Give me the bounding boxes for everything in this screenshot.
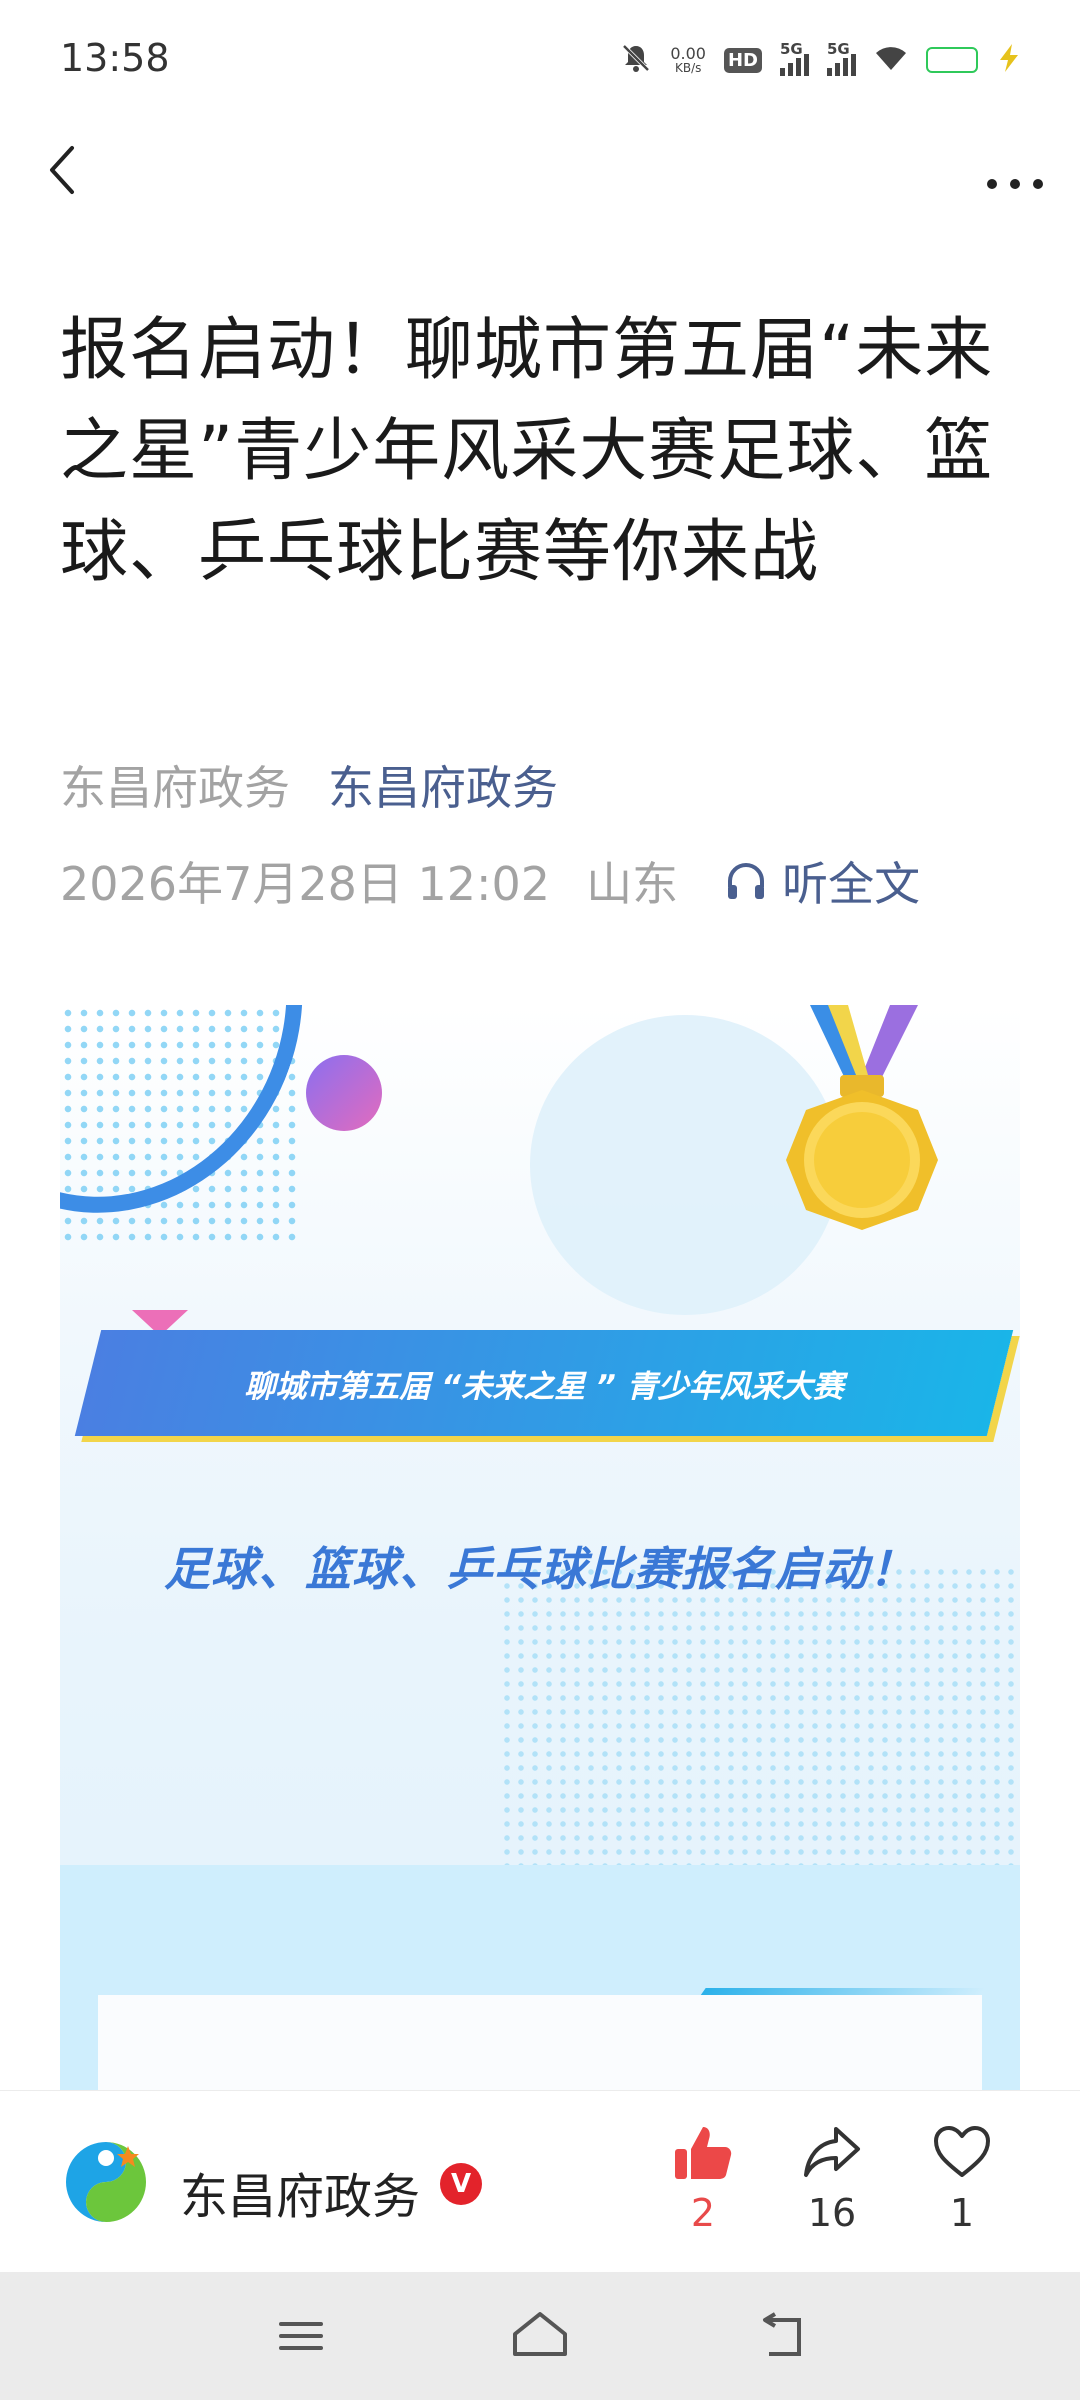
author-name[interactable]: 东昌府政务: [180, 2157, 420, 2227]
mute-bell-icon: [620, 42, 652, 78]
menu-icon: [279, 2322, 323, 2350]
status-time: 13:58: [60, 36, 170, 80]
like-button[interactable]: 2: [653, 2121, 753, 2235]
charging-icon: [996, 43, 1022, 77]
signal-1-label: 5G: [780, 40, 803, 58]
listen-label: 听全文: [782, 857, 921, 911]
share-icon: [804, 2127, 860, 2177]
nav-bar: [0, 120, 1080, 220]
more-horizontal-icon: [987, 179, 1043, 189]
signal-icon: 5G: [780, 40, 809, 76]
article-banner-image: 聊城市第五届 “未来之星 ” 青少年风采大赛 足球、篮球、乒乓球比赛报名启动！: [60, 1005, 1020, 2090]
system-home-button[interactable]: [505, 2306, 575, 2366]
more-button[interactable]: [980, 140, 1050, 200]
system-menu-button[interactable]: [265, 2306, 335, 2366]
status-icons: 0.00 KB/s HD 5G 5G: [620, 40, 1022, 80]
bottom-action-bar: 东昌府政务 V 2 16 1: [0, 2090, 1080, 2272]
headphones-icon: [728, 863, 765, 899]
source-line: 东昌府政务 东昌府政务: [60, 752, 558, 818]
net-speed-unit: KB/s: [674, 61, 702, 75]
system-back-button[interactable]: [745, 2306, 815, 2366]
banner-slogan: 足球、篮球、乒乓球比赛报名启动！: [164, 1542, 916, 1596]
dots-decoration: [500, 1565, 1020, 1885]
favorite-count: 1: [949, 2191, 975, 2235]
source-account: 东昌府政务: [60, 761, 290, 815]
ball-decoration: [306, 1055, 382, 1131]
location: 山东: [586, 857, 679, 911]
chevron-left-icon: [50, 146, 74, 194]
source-publisher-link[interactable]: 东昌府政务: [328, 752, 558, 818]
back-icon: [763, 2312, 801, 2356]
verified-badge: V: [440, 2163, 482, 2205]
back-button[interactable]: [36, 140, 96, 200]
thumbs-up-icon: [675, 2127, 732, 2179]
share-button[interactable]: 16: [782, 2121, 882, 2235]
signal-icon: 5G: [827, 40, 856, 76]
banner-card: [98, 1995, 982, 2090]
signal-2-label: 5G: [827, 40, 850, 58]
battery-icon: [926, 47, 978, 73]
meta-line: 2026年7月28日 12:02 山东 听全文: [60, 848, 920, 914]
net-speed-value: 0.00: [670, 44, 706, 63]
system-nav-bar: [0, 2272, 1080, 2400]
net-speed: 0.00 KB/s: [670, 44, 706, 75]
avatar-logo-icon: [62, 2138, 150, 2226]
favorite-button[interactable]: 1: [912, 2121, 1012, 2235]
author-avatar[interactable]: [60, 2136, 152, 2228]
medal-icon: [786, 1005, 938, 1230]
hd-icon: HD: [723, 47, 762, 73]
wifi-icon: [874, 44, 908, 76]
share-count: 16: [807, 2191, 857, 2235]
listen-full-button[interactable]: 听全文: [722, 848, 920, 914]
ribbon-text: 聊城市第五届 “未来之星 ” 青少年风采大赛: [244, 1368, 844, 1405]
home-icon: [513, 2312, 567, 2356]
status-bar: 13:58 0.00 KB/s HD 5G 5G: [0, 0, 1080, 120]
like-count: 2: [690, 2191, 716, 2235]
heart-icon: [934, 2126, 990, 2177]
article-title: 报名启动！聊城市第五届“未来之星”青少年风采大赛足球、篮球、乒乓球比赛等你来战: [60, 311, 994, 592]
publish-datetime: 2026年7月28日 12:02: [60, 857, 551, 911]
